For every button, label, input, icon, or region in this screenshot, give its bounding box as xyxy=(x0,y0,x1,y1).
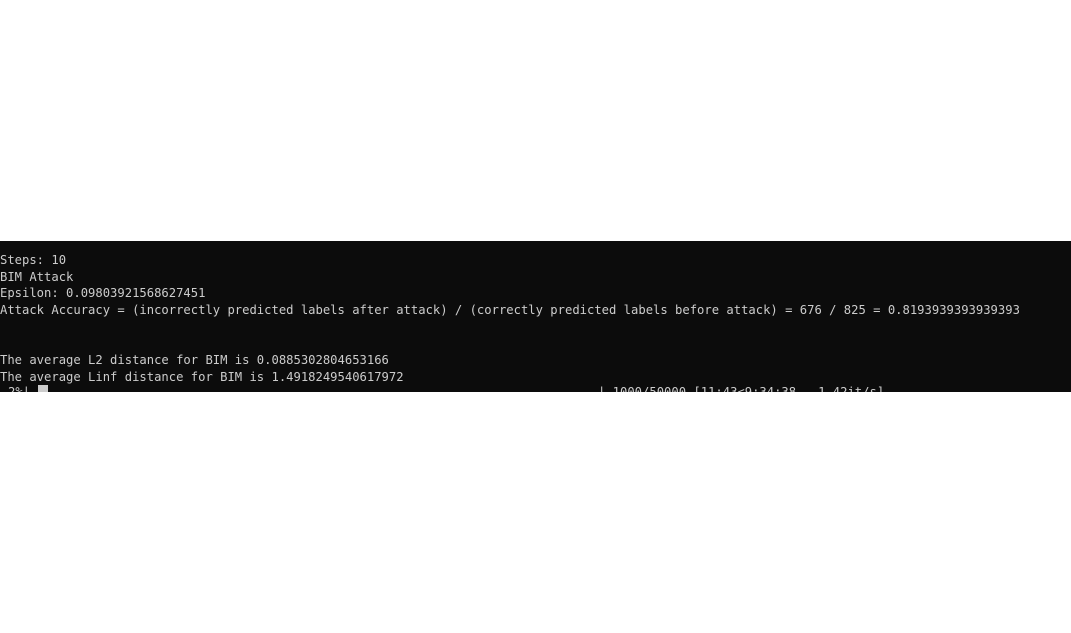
terminal-output: Steps: 10 BIM Attack Epsilon: 0.09803921… xyxy=(0,252,1071,386)
progress-stats: | 1000/50000 [11:43<9:34:38, 1.42it/s] xyxy=(598,385,885,392)
terminal-window[interactable]: Steps: 10 BIM Attack Epsilon: 0.09803921… xyxy=(0,241,1071,392)
terminal-line-linf-distance: The average Linf distance for BIM is 1.4… xyxy=(0,369,404,384)
progress-bar-line: 2%| | 1000/50000 [11:43<9:34:38, 1.42it/… xyxy=(0,384,1071,392)
terminal-line-l2-distance: The average L2 distance for BIM is 0.088… xyxy=(0,353,389,368)
terminal-line-steps: Steps: 10 xyxy=(0,253,67,267)
progress-percent: 2%| xyxy=(8,385,31,392)
terminal-line-attack-name: BIM Attack xyxy=(0,269,74,284)
terminal-line-epsilon: Epsilon: 0.09803921568627451 xyxy=(0,286,206,301)
page: Steps: 10 BIM Attack Epsilon: 0.09803921… xyxy=(0,0,1071,633)
terminal-line-attack-accuracy: Attack Accuracy = (incorrectly predicted… xyxy=(0,303,1020,318)
text-cursor xyxy=(38,385,48,392)
